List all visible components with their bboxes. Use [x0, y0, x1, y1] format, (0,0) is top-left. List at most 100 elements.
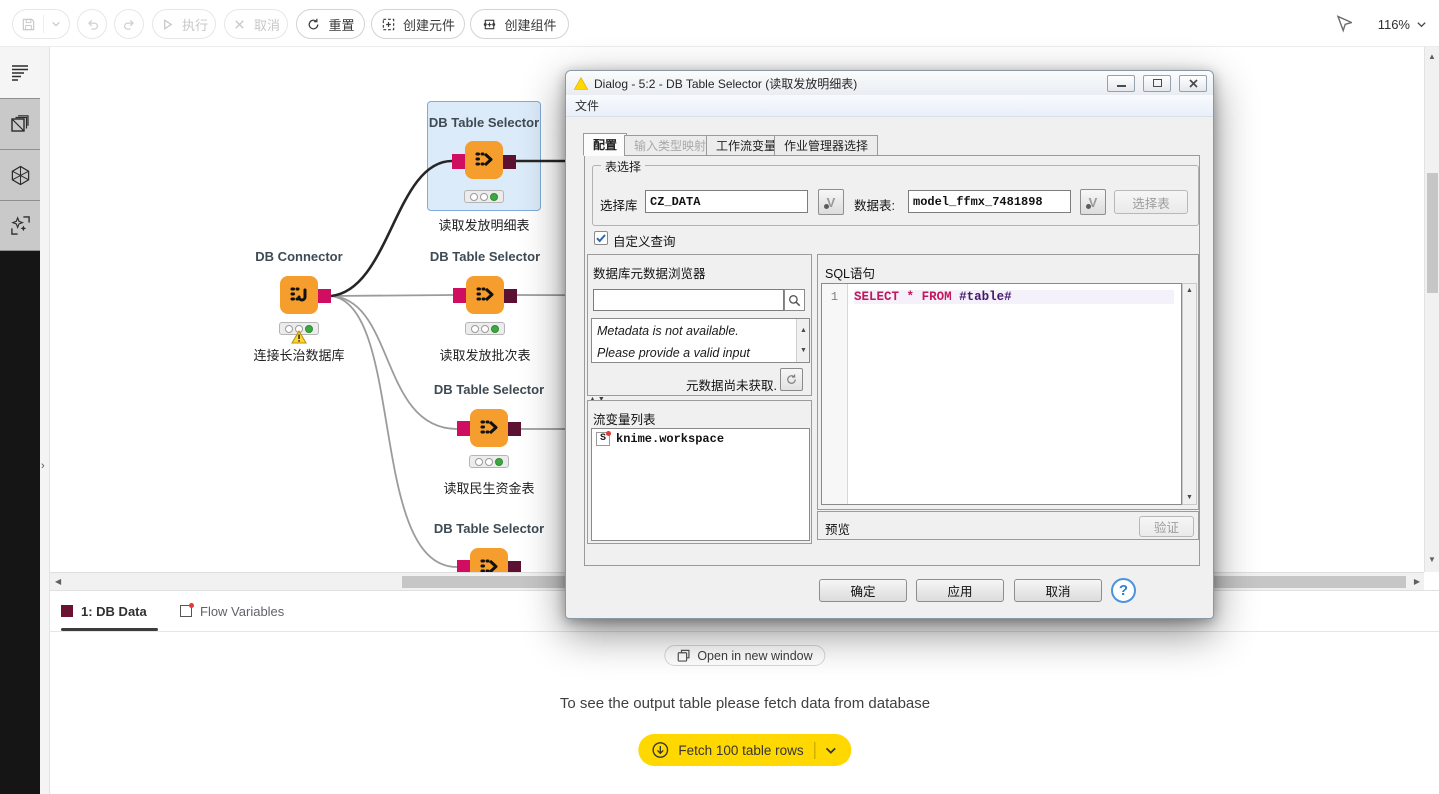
output-port[interactable]	[508, 561, 521, 572]
cancel-dialog-button[interactable]: 取消	[1014, 579, 1102, 602]
menu-file[interactable]: 文件	[575, 97, 599, 114]
metadata-search-button[interactable]	[784, 289, 805, 311]
sidebar-item-ai-assistant[interactable]	[0, 200, 40, 251]
cancel-x-icon	[232, 17, 247, 32]
description-icon	[10, 64, 30, 82]
flow-variable-list[interactable]: S knime.workspace	[591, 428, 810, 541]
dialog-titlebar[interactable]: Dialog - 5:2 - DB Table Selector (读取发放明细…	[566, 71, 1213, 95]
save-icon	[21, 17, 36, 32]
node-title: DB Table Selector	[420, 249, 550, 264]
scroll-up-arrow[interactable]: ▲	[1428, 52, 1436, 61]
node-label[interactable]: 读取发放批次表	[420, 345, 550, 364]
custom-query-checkbox[interactable]	[594, 231, 608, 245]
node-icon[interactable]	[466, 276, 504, 314]
flow-variable-panel: 流变量列表 S knime.workspace	[587, 400, 812, 544]
maximize-button[interactable]	[1143, 75, 1171, 92]
fetch-rows-button[interactable]: Fetch 100 table rows	[638, 734, 851, 766]
scroll-down-arrow[interactable]: ▼	[1428, 555, 1436, 564]
traffic-lights	[469, 455, 509, 468]
save-button[interactable]	[12, 9, 70, 39]
table-input[interactable]	[908, 190, 1071, 213]
apply-button[interactable]: 应用	[916, 579, 1004, 602]
table-flow-variable-button[interactable]: V	[1080, 189, 1106, 215]
tab-input-type-mapping[interactable]: 输入类型映射	[624, 135, 716, 156]
help-button[interactable]: ?	[1111, 578, 1136, 603]
v-scroll-thumb[interactable]	[1427, 173, 1438, 293]
node-title: DB Table Selector	[424, 521, 554, 536]
ok-button[interactable]: 确定	[819, 579, 907, 602]
node-icon[interactable]	[470, 548, 508, 572]
cancel-label: 取消	[254, 15, 280, 34]
node-icon[interactable]	[465, 141, 503, 179]
sidebar-item-workflow-monitor[interactable]	[0, 98, 40, 149]
open-in-new-window-button[interactable]: Open in new window	[664, 645, 825, 666]
input-port[interactable]	[453, 288, 466, 303]
input-port[interactable]	[457, 421, 470, 436]
preview-label: 预览	[825, 519, 850, 538]
sql-editor-scrollbar[interactable]: ▲▼	[1182, 283, 1197, 505]
knime-triangle-icon	[574, 77, 588, 90]
output-port[interactable]	[504, 289, 517, 303]
fetch-options-chevron-icon[interactable]	[825, 744, 838, 757]
output-port[interactable]	[503, 155, 516, 169]
redo-button[interactable]	[114, 9, 144, 39]
flow-variables-icon	[180, 605, 192, 617]
node-label[interactable]: 读取民生资金表	[424, 478, 554, 497]
sidebar-item-description[interactable]	[0, 47, 40, 98]
question-mark-icon: ?	[1119, 582, 1128, 599]
metadata-message-line2: Please provide a valid input	[597, 344, 793, 363]
schema-flow-variable-button[interactable]: V	[818, 189, 844, 215]
db-data-port-icon	[61, 605, 73, 617]
close-button[interactable]	[1179, 75, 1207, 92]
metadata-status-label: 元数据尚未获取.	[686, 375, 777, 394]
scroll-right-arrow[interactable]: ▶	[1414, 577, 1420, 586]
play-icon	[160, 17, 175, 32]
sql-statement-panel: SQL语句 1 SELECT * FROM #table# ▲▼	[817, 254, 1199, 510]
metadata-browser-panel: 数据库元数据浏览器 Metadata is not available. Ple…	[587, 254, 812, 396]
create-component-label: 创建组件	[504, 15, 556, 34]
input-port[interactable]	[452, 154, 465, 169]
create-metanode-label: 创建元件	[403, 15, 455, 34]
canvas-vertical-scrollbar[interactable]: ▲ ▼	[1424, 47, 1439, 572]
tab-db-data[interactable]: 1: DB Data	[61, 591, 147, 631]
create-component-button[interactable]: 创建组件	[470, 9, 569, 39]
create-metanode-button[interactable]: 创建元件	[371, 9, 465, 39]
output-port[interactable]	[508, 422, 521, 436]
scroll-left-arrow[interactable]: ◀	[55, 577, 61, 586]
metadata-search-input[interactable]	[593, 289, 784, 311]
open-in-new-window-label: Open in new window	[697, 649, 812, 663]
flow-variable-item[interactable]: S knime.workspace	[592, 429, 809, 449]
sql-code-area[interactable]: SELECT * FROM #table#	[848, 284, 1181, 504]
zoom-chevron-icon[interactable]	[1416, 19, 1427, 30]
tabbar-divider	[40, 631, 1439, 632]
validate-button[interactable]: 验证	[1139, 516, 1194, 537]
refresh-metadata-button[interactable]	[780, 368, 803, 391]
sparkle-icon	[10, 215, 31, 236]
input-port[interactable]	[457, 560, 470, 572]
sidebar-item-node-repository[interactable]	[0, 149, 40, 200]
select-table-button[interactable]: 选择表	[1114, 190, 1188, 214]
metadata-message-line1: Metadata is not available.	[597, 322, 793, 341]
fetch-hint-message: To see the output table please fetch dat…	[560, 695, 930, 712]
node-label[interactable]: 连接长治数据库	[234, 345, 364, 364]
metadata-mini-scrollbar[interactable]: ▲▼	[796, 319, 809, 362]
reset-button[interactable]: 重置	[296, 9, 365, 39]
expand-panel-arrow[interactable]: ›	[41, 460, 45, 472]
new-window-icon	[677, 649, 690, 662]
output-port[interactable]	[318, 289, 331, 303]
tab-job-manager[interactable]: 作业管理器选择	[774, 135, 878, 156]
zoom-level[interactable]: 116%	[1378, 17, 1410, 32]
cancel-execution-button[interactable]: 取消	[224, 9, 288, 39]
warning-icon	[291, 330, 307, 344]
tab-flow-variables[interactable]: Flow Variables	[180, 591, 284, 631]
execute-button[interactable]: 执行	[152, 9, 216, 39]
node-label[interactable]: 读取发放明细表	[419, 215, 549, 234]
node-icon[interactable]	[280, 276, 318, 314]
fetch-rows-label: Fetch 100 table rows	[678, 743, 803, 758]
tab-config[interactable]: 配置	[583, 133, 627, 156]
schema-input[interactable]	[645, 190, 808, 213]
undo-button[interactable]	[77, 9, 107, 39]
sql-editor[interactable]: 1 SELECT * FROM #table#	[821, 283, 1182, 505]
node-icon[interactable]	[470, 409, 508, 447]
minimize-button[interactable]	[1107, 75, 1135, 92]
